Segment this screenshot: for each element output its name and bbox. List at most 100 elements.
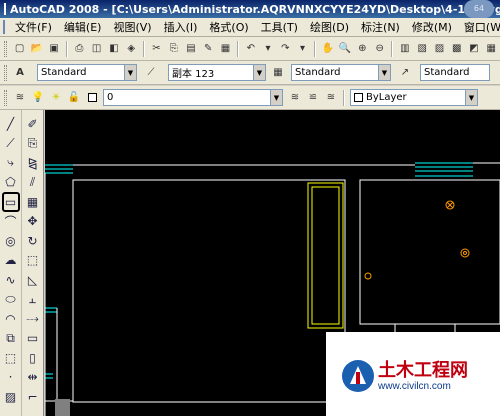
menu-tools[interactable]: 工具(T) <box>255 19 304 35</box>
menu-file[interactable]: 文件(F) <box>9 19 58 35</box>
rotate-icon[interactable]: ↻ <box>24 231 42 251</box>
redo-icon[interactable]: ↷ <box>278 41 293 57</box>
match-properties-icon[interactable]: ✎ <box>201 41 216 57</box>
properties-icon[interactable]: ▥ <box>397 41 412 57</box>
multileader-style-icon[interactable]: ↗ <box>397 65 413 81</box>
polyline-icon[interactable]: ⤷ <box>2 153 20 173</box>
chevron-down-icon[interactable]: ▼ <box>465 90 477 105</box>
redo-dropdown-icon[interactable]: ▾ <box>295 41 310 57</box>
layer-previous-icon[interactable]: ≌ <box>305 90 321 106</box>
toolbar-grip[interactable] <box>4 64 7 81</box>
paste-icon[interactable]: ▤ <box>183 41 198 57</box>
spline-icon[interactable]: ∿ <box>2 270 20 290</box>
dimension-style-icon[interactable]: ⟋ <box>143 65 159 81</box>
offset-icon[interactable]: ⫽ <box>24 173 42 193</box>
color-select[interactable]: ByLayer ▼ <box>350 89 478 106</box>
watermark-badge: 64 <box>464 0 494 18</box>
insert-block-icon[interactable]: ⧉ <box>2 329 20 349</box>
line-icon[interactable]: ╱ <box>2 114 20 134</box>
array-icon[interactable]: ▦ <box>24 192 42 212</box>
calculator-icon[interactable]: ▦ <box>484 41 499 57</box>
polygon-icon[interactable]: ⬠ <box>2 173 20 193</box>
chevron-down-icon[interactable]: ▼ <box>378 65 390 80</box>
move-icon[interactable]: ✥ <box>24 212 42 232</box>
menu-dimension[interactable]: 标注(N) <box>355 19 406 35</box>
document-icon[interactable] <box>3 20 5 34</box>
undo-dropdown-icon[interactable]: ▾ <box>260 41 275 57</box>
layer-select[interactable]: 0 ▼ <box>103 89 283 106</box>
scale-icon[interactable]: ⬚ <box>24 251 42 271</box>
revision-cloud-icon[interactable]: ☁ <box>2 251 20 271</box>
autocad-app-icon[interactable] <box>4 3 6 15</box>
point-icon[interactable]: · <box>2 368 20 388</box>
circle-icon[interactable]: ◎ <box>2 231 20 251</box>
new-file-icon[interactable]: ▢ <box>12 41 27 57</box>
copy-icon[interactable]: ⎘ <box>166 41 181 57</box>
dimension-style-value: 副本 123 <box>172 69 215 80</box>
rectangle-icon[interactable]: ▭ <box>1 192 20 212</box>
pan-icon[interactable]: ✋ <box>320 41 335 57</box>
menu-modify[interactable]: 修改(M) <box>406 19 458 35</box>
table-style-select[interactable]: Standard ▼ <box>291 64 391 81</box>
toolbar-grip[interactable] <box>4 89 7 106</box>
multileader-style-select[interactable]: Standard <box>420 64 490 81</box>
layer-color-swatch-icon[interactable] <box>84 90 100 106</box>
open-file-icon[interactable]: 📂 <box>29 41 44 57</box>
ellipse-arc-icon[interactable]: ◠ <box>2 309 20 329</box>
text-style-icon[interactable]: A <box>12 65 28 81</box>
erase-icon[interactable]: ✐ <box>24 114 42 134</box>
menu-view[interactable]: 视图(V) <box>107 19 157 35</box>
zoom-window-icon[interactable]: ⊕ <box>355 41 370 57</box>
menu-edit[interactable]: 编辑(E) <box>58 19 108 35</box>
menu-format[interactable]: 格式(O) <box>203 19 254 35</box>
toolbar-grip[interactable] <box>4 40 7 57</box>
text-style-select[interactable]: Standard ▼ <box>37 64 137 81</box>
chevron-down-icon[interactable]: ▼ <box>253 65 265 80</box>
layer-lock-icon[interactable]: 🔓 <box>66 90 82 106</box>
layer-states-icon[interactable]: ≊ <box>323 90 339 106</box>
layer-on-icon[interactable]: 💡 <box>30 90 46 106</box>
menu-window[interactable]: 窗口(W) <box>458 19 500 35</box>
sheet-set-icon[interactable]: ▩ <box>449 41 464 57</box>
cut-icon[interactable]: ✂ <box>149 41 164 57</box>
logo-brand-text: 土木工程网 <box>378 360 468 381</box>
menu-bar: 文件(F) 编辑(E) 视图(V) 插入(I) 格式(O) 工具(T) 绘图(D… <box>0 18 500 37</box>
join-icon[interactable]: ▯ <box>24 348 42 368</box>
table-style-icon[interactable]: ▦ <box>270 65 286 81</box>
copy-object-icon[interactable]: ⎘ <box>24 134 42 154</box>
block-editor-icon[interactable]: ▦ <box>218 41 233 57</box>
zoom-realtime-icon[interactable]: 🔍 <box>337 41 352 57</box>
hatch-icon[interactable]: ▨ <box>2 387 20 407</box>
trim-icon[interactable]: ⫠ <box>24 290 42 310</box>
layer-freeze-icon[interactable]: ☀ <box>48 90 64 106</box>
tool-palettes-icon[interactable]: ▨ <box>432 41 447 57</box>
make-current-layer-icon[interactable]: ≋ <box>287 90 303 106</box>
save-icon[interactable]: ▣ <box>46 41 61 57</box>
stretch-icon[interactable]: ◺ <box>24 270 42 290</box>
3d-dwf-icon[interactable]: ◈ <box>124 41 139 57</box>
dimension-style-select[interactable]: 副本 123 ▼ <box>168 64 266 81</box>
layer-manager-icon[interactable]: ≋ <box>12 90 28 106</box>
chevron-down-icon[interactable]: ▼ <box>270 90 282 105</box>
make-block-icon[interactable]: ⬚ <box>2 348 20 368</box>
undo-icon[interactable]: ↶ <box>243 41 258 57</box>
ellipse-icon[interactable]: ⬭ <box>2 290 20 310</box>
publish-icon[interactable]: ◧ <box>106 41 121 57</box>
print-icon[interactable]: ⎙ <box>72 41 87 57</box>
zoom-previous-icon[interactable]: ⊖ <box>372 41 387 57</box>
print-preview-icon[interactable]: ◫ <box>89 41 104 57</box>
standard-toolbar: ▢ 📂 ▣ ⎙ ◫ ◧ ◈ ✂ ⎘ ▤ ✎ ▦ ↶ ▾ ↷ ▾ ✋ 🔍 ⊕ ⊖ … <box>0 37 500 61</box>
design-center-icon[interactable]: ▧ <box>415 41 430 57</box>
fillet-icon[interactable]: ⌐ <box>24 387 42 407</box>
mirror-icon[interactable]: ⧎ <box>24 153 42 173</box>
arc-icon[interactable]: ⌒ <box>2 212 20 232</box>
chamfer-icon[interactable]: ⇹ <box>24 368 42 388</box>
menu-draw[interactable]: 绘图(D) <box>304 19 355 35</box>
break-icon[interactable]: ▭ <box>24 329 42 349</box>
markup-icon[interactable]: ◩ <box>466 41 481 57</box>
chevron-down-icon[interactable]: ▼ <box>124 65 136 80</box>
extend-icon[interactable]: ⤏ <box>24 309 42 329</box>
menu-insert[interactable]: 插入(I) <box>158 19 204 35</box>
construction-line-icon[interactable]: ⟋ <box>2 134 20 154</box>
multileader-style-value: Standard <box>424 67 470 78</box>
